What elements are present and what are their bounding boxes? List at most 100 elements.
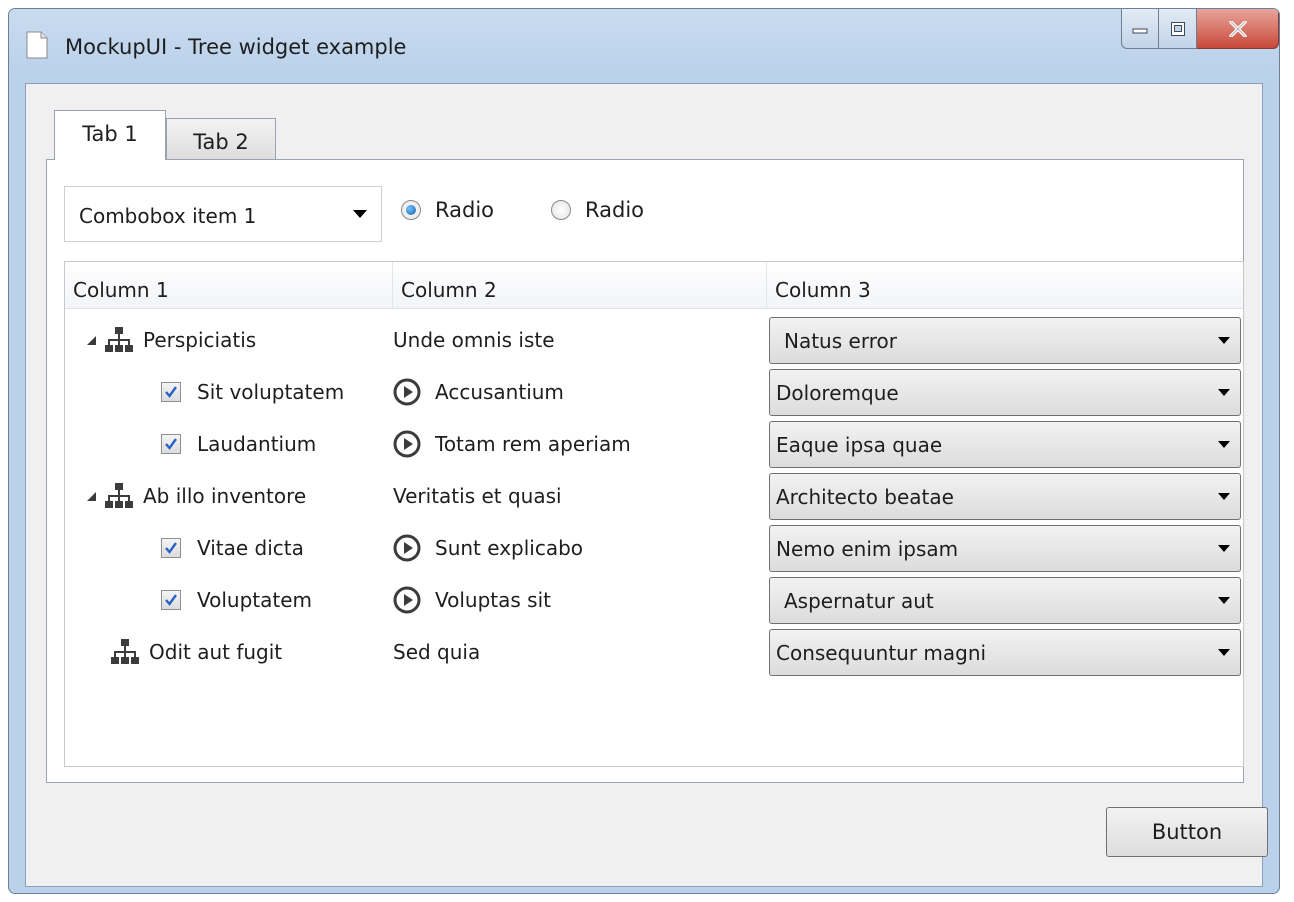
tree-cell-2: Sed quia xyxy=(393,626,480,678)
tree-item-label: Perspiciatis xyxy=(143,328,257,352)
network-icon xyxy=(111,639,139,664)
cell-text: Sunt explicabo xyxy=(435,536,584,560)
document-icon xyxy=(26,31,48,59)
dropdown-value: Architecto beatae xyxy=(776,485,954,509)
tree-cell-1: Odit aut fugit xyxy=(110,626,282,678)
tree-cell-1: Voluptatem xyxy=(161,574,312,626)
column-header-3[interactable]: Column 3 xyxy=(767,262,1243,308)
column-header-2[interactable]: Column 2 xyxy=(393,262,767,308)
tree-item-label: Laudantium xyxy=(197,432,317,456)
cell-text: Totam rem aperiam xyxy=(435,432,631,456)
application-window: MockupUI - Tree widget example Tab 1 Tab… xyxy=(8,8,1280,894)
play-icon[interactable] xyxy=(393,430,421,458)
checkbox[interactable] xyxy=(161,590,181,610)
tree-cell-2: Sunt explicabo xyxy=(393,522,583,574)
tree-cell-dropdown[interactable]: Eaque ipsa quae xyxy=(769,421,1241,468)
window-title: MockupUI - Tree widget example xyxy=(65,35,407,59)
cell-text: Unde omnis iste xyxy=(393,328,555,352)
caption-buttons xyxy=(1121,9,1279,49)
push-button[interactable]: Button xyxy=(1106,807,1268,857)
minimize-button[interactable] xyxy=(1121,9,1159,49)
close-button[interactable] xyxy=(1197,9,1279,49)
dropdown-value: Consequuntur magni xyxy=(776,641,987,665)
chevron-down-icon xyxy=(1218,389,1230,396)
dropdown-value: Natus error xyxy=(784,329,897,353)
tab-2[interactable]: Tab 2 xyxy=(166,118,276,162)
radio-button-1[interactable]: Radio xyxy=(401,198,494,222)
combobox[interactable]: Combobox item 1 xyxy=(64,186,382,242)
chevron-down-icon xyxy=(1218,597,1230,604)
tree-row-parent[interactable]: Odit aut fugit Sed quia Consequuntur mag… xyxy=(65,626,1243,678)
tab-1[interactable]: Tab 1 xyxy=(54,110,166,160)
tree-header: Column 1 Column 2 Column 3 xyxy=(65,262,1243,309)
maximize-button[interactable] xyxy=(1159,9,1197,49)
tree-row-parent[interactable]: Ab illo inventore Veritatis et quasi Arc… xyxy=(65,470,1243,522)
tree-cell-1: Ab illo inventore xyxy=(87,470,306,522)
chevron-down-icon xyxy=(1218,545,1230,552)
checkmark-icon xyxy=(165,438,177,450)
radio-indicator[interactable] xyxy=(551,200,571,220)
checkbox[interactable] xyxy=(161,538,181,558)
tree-cell-dropdown[interactable]: Aspernatur aut xyxy=(769,577,1241,624)
tree-cell-2: Veritatis et quasi xyxy=(393,470,562,522)
tree-cell-dropdown[interactable]: Nemo enim ipsam xyxy=(769,525,1241,572)
expand-arrow-icon[interactable] xyxy=(87,335,96,345)
tree-cell-2: Unde omnis iste xyxy=(393,314,555,366)
tree-item-label: Ab illo inventore xyxy=(143,484,307,508)
tree-cell-dropdown[interactable]: Consequuntur magni xyxy=(769,629,1241,676)
chevron-down-icon xyxy=(1218,441,1230,448)
expand-arrow-icon[interactable] xyxy=(87,491,96,501)
chevron-down-icon xyxy=(1218,649,1230,656)
cell-text: Voluptas sit xyxy=(435,588,551,612)
tree-item-label: Voluptatem xyxy=(197,588,313,612)
radio-label: Radio xyxy=(435,198,495,222)
tree-cell-dropdown[interactable]: Natus error xyxy=(769,317,1241,364)
client-area: Tab 1 Tab 2 Combobox item 1 Radio Radio … xyxy=(25,83,1268,887)
dropdown-value: Eaque ipsa quae xyxy=(776,433,943,457)
tree-cell-1: Vitae dicta xyxy=(161,522,304,574)
dropdown-value: Nemo enim ipsam xyxy=(776,537,959,561)
checkbox[interactable] xyxy=(161,382,181,402)
tree-cell-2: Accusantium xyxy=(393,366,564,418)
chevron-down-icon xyxy=(1218,493,1230,500)
tree-item-label: Odit aut fugit xyxy=(149,640,283,664)
tree-cell-dropdown[interactable]: Doloremque xyxy=(769,369,1241,416)
tree-cell-2: Totam rem aperiam xyxy=(393,418,631,470)
checkbox[interactable] xyxy=(161,434,181,454)
tree-item-label: Vitae dicta xyxy=(197,536,304,560)
tree-row-child[interactable]: Voluptatem Voluptas sit Aspernatur aut xyxy=(65,574,1243,626)
minimize-icon xyxy=(1132,28,1148,33)
tree-item-label: Sit voluptatem xyxy=(197,380,345,404)
network-icon xyxy=(105,483,133,508)
column-header-1[interactable]: Column 1 xyxy=(65,262,393,308)
checkmark-icon xyxy=(165,594,177,606)
radio-indicator-checked[interactable] xyxy=(401,200,421,220)
maximize-icon xyxy=(1170,21,1185,36)
tree-cell-1: Sit voluptatem xyxy=(161,366,344,418)
dropdown-value: Doloremque xyxy=(776,381,899,405)
tree-cell-1: Laudantium xyxy=(161,418,316,470)
cell-text: Accusantium xyxy=(435,380,564,404)
title-bar[interactable]: MockupUI - Tree widget example xyxy=(9,9,1279,81)
combobox-value: Combobox item 1 xyxy=(79,204,257,228)
cell-text: Sed quia xyxy=(393,640,481,664)
tree-cell-2: Voluptas sit xyxy=(393,574,551,626)
tree-row-child[interactable]: Vitae dicta Sunt explicabo Nemo enim ips… xyxy=(65,522,1243,574)
play-icon[interactable] xyxy=(393,534,421,562)
tree-cell-1: Perspiciatis xyxy=(87,314,256,366)
tree-cell-dropdown[interactable]: Architecto beatae xyxy=(769,473,1241,520)
radio-label: Radio xyxy=(585,198,645,222)
checkmark-icon xyxy=(165,542,177,554)
play-icon[interactable] xyxy=(393,586,421,614)
dropdown-value: Aspernatur aut xyxy=(784,589,934,613)
cell-text: Veritatis et quasi xyxy=(393,484,562,508)
tree-row-parent[interactable]: Perspiciatis Unde omnis iste Natus error xyxy=(65,314,1243,366)
radio-button-2[interactable]: Radio xyxy=(551,198,644,222)
tree-row-child[interactable]: Laudantium Totam rem aperiam Eaque ipsa … xyxy=(65,418,1243,470)
play-icon[interactable] xyxy=(393,378,421,406)
tree-row-child[interactable]: Sit voluptatem Accusantium Doloremque xyxy=(65,366,1243,418)
tab-pane: Combobox item 1 Radio Radio Column 1 Col… xyxy=(46,159,1244,783)
network-icon xyxy=(105,327,133,352)
chevron-down-icon xyxy=(353,210,367,218)
tree-widget[interactable]: Column 1 Column 2 Column 3 Perspiciatis … xyxy=(64,261,1244,767)
